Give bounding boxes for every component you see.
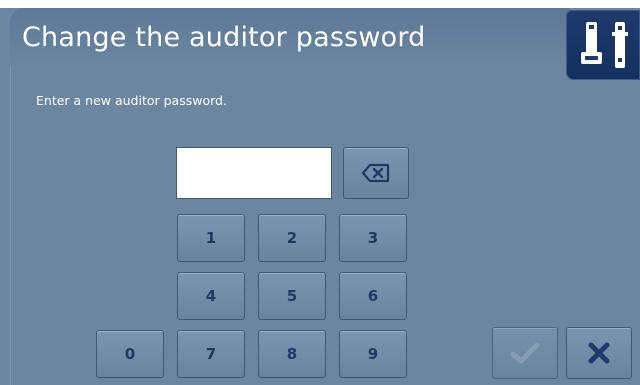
key-2[interactable]: 2 <box>258 214 326 262</box>
key-1[interactable]: 1 <box>177 214 245 262</box>
checkmark-icon <box>510 342 540 364</box>
screen: Change the auditor password Enter a new … <box>0 0 640 385</box>
password-field[interactable] <box>176 147 332 199</box>
page-title: Change the auditor password <box>22 22 426 53</box>
title-bar: Change the auditor password <box>10 8 570 66</box>
prompt-text: Enter a new auditor password. <box>36 93 227 108</box>
tool-icon <box>581 22 628 68</box>
key-9[interactable]: 9 <box>339 330 407 378</box>
cancel-button[interactable] <box>566 327 632 379</box>
key-4[interactable]: 4 <box>177 272 245 320</box>
key-8[interactable]: 8 <box>258 330 326 378</box>
key-5[interactable]: 5 <box>258 272 326 320</box>
backspace-icon <box>361 163 390 183</box>
key-6[interactable]: 6 <box>339 272 407 320</box>
key-3[interactable]: 3 <box>339 214 407 262</box>
key-7[interactable]: 7 <box>177 330 245 378</box>
backspace-button[interactable] <box>343 147 409 199</box>
tool-button[interactable] <box>566 10 640 80</box>
close-icon <box>588 342 610 364</box>
key-0[interactable]: 0 <box>96 330 164 378</box>
confirm-button[interactable] <box>492 327 558 379</box>
